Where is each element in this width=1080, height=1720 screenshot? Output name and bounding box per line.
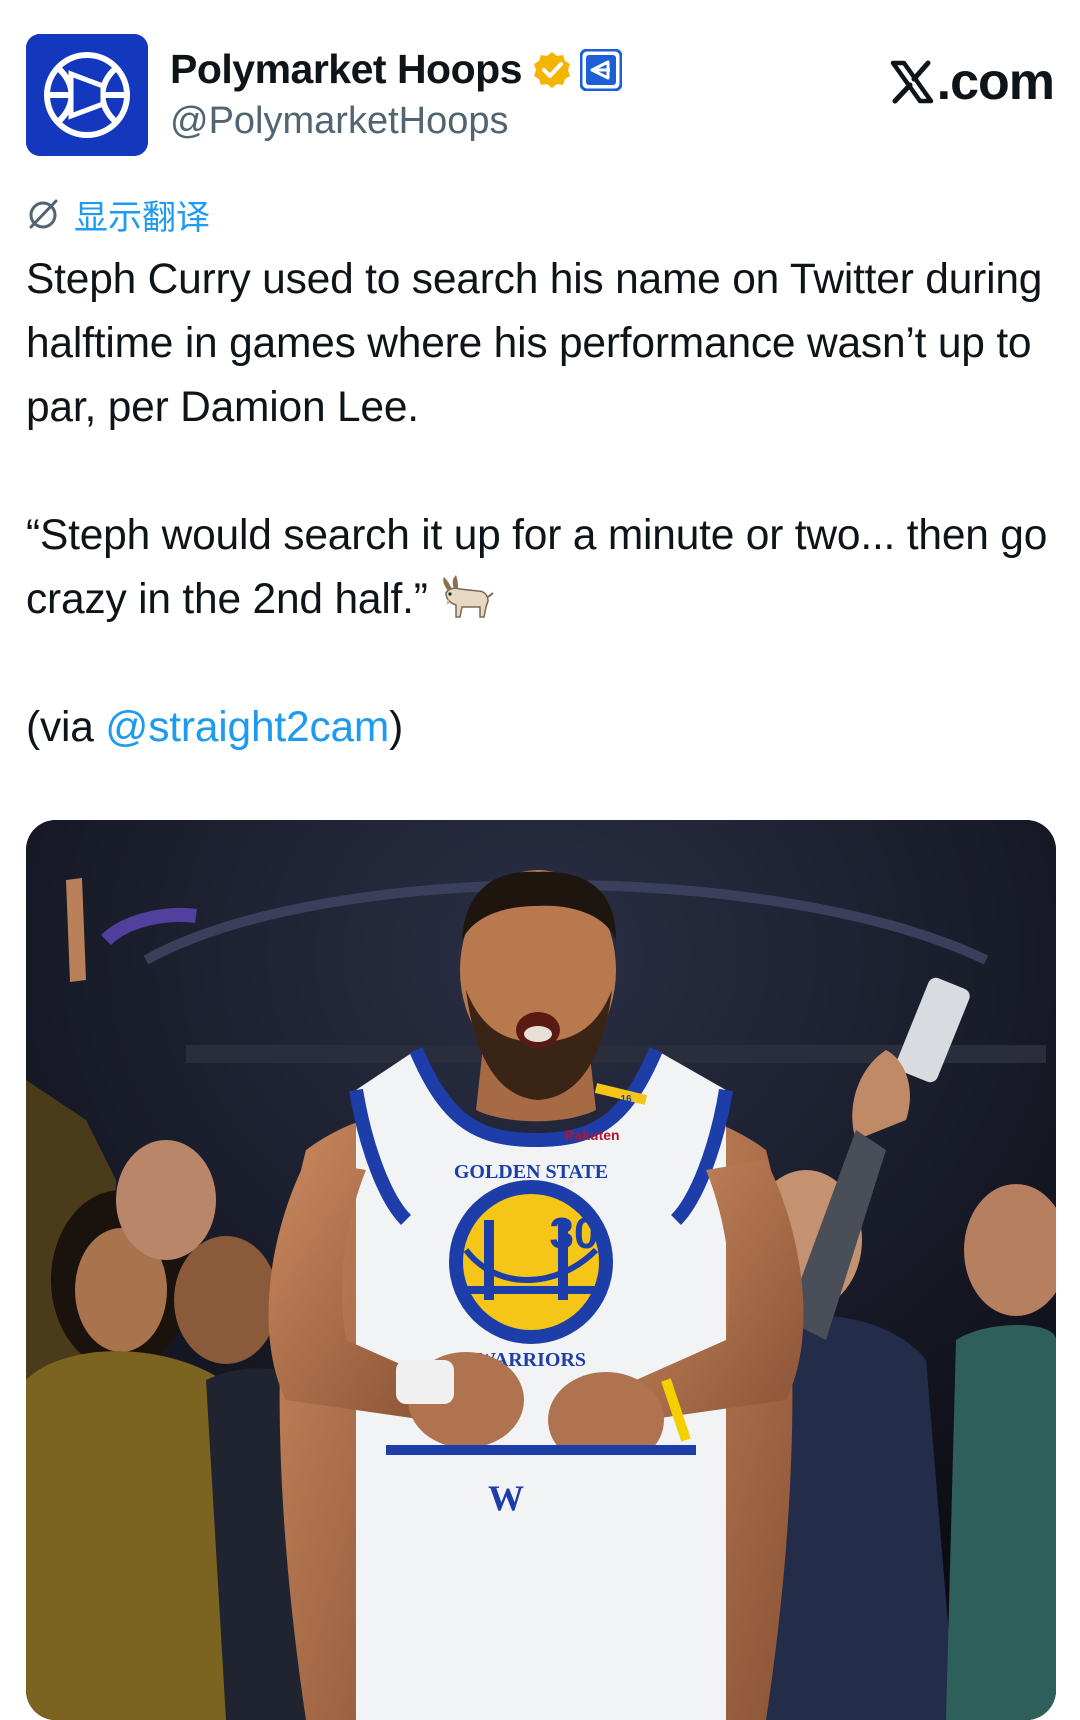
via-prefix: (via (26, 704, 106, 751)
tweet-header: Polymarket Hoops @PolymarketHoops .com (26, 34, 1055, 158)
tweet-quote: “Steph would search it up for a minute o… (26, 512, 1048, 623)
goat-emoji-icon (438, 573, 494, 621)
tweet-photo[interactable]: 30 GOLDEN STATE WARRIORS Rakuten 16 W (26, 820, 1056, 1720)
via-suffix: ) (389, 704, 404, 751)
site-logo-text: .com (936, 53, 1055, 111)
show-translation-label[interactable]: 显示翻译 (74, 190, 210, 239)
author-handle[interactable]: @PolymarketHoops (170, 100, 508, 143)
shorts-logo: W (488, 1478, 524, 1518)
show-translation-button[interactable]: 显示翻译 (26, 190, 210, 239)
x-logo-icon (890, 60, 933, 104)
sponsor-logo: Rakuten (564, 1127, 619, 1143)
jersey-team-top: GOLDEN STATE (454, 1161, 608, 1183)
author-name-row[interactable]: Polymarket Hoops (170, 46, 623, 93)
polymarket-basketball-icon (26, 34, 148, 156)
tweet-paragraph-3: (via @straight2cam) (26, 696, 1056, 760)
mention-link[interactable]: @straight2cam (105, 704, 389, 751)
tweet-paragraph-2: “Steph would search it up for a minute o… (26, 504, 1056, 632)
basketball-player-photo: 30 GOLDEN STATE WARRIORS Rakuten 16 W (26, 820, 1056, 1720)
tweet-paragraph-1: Steph Curry used to search his name on T… (26, 256, 1043, 431)
translate-globe-icon (29, 199, 58, 229)
jersey-number: 30 (550, 1209, 599, 1258)
verified-badge-icon (532, 50, 572, 90)
affiliate-badge-icon[interactable] (579, 48, 623, 91)
avatar[interactable] (26, 34, 148, 156)
patch-number: 16 (620, 1094, 632, 1105)
author-name[interactable]: Polymarket Hoops (170, 46, 523, 93)
tweet-body: Steph Curry used to search his name on T… (26, 248, 1056, 760)
site-logo: .com (889, 52, 1055, 112)
